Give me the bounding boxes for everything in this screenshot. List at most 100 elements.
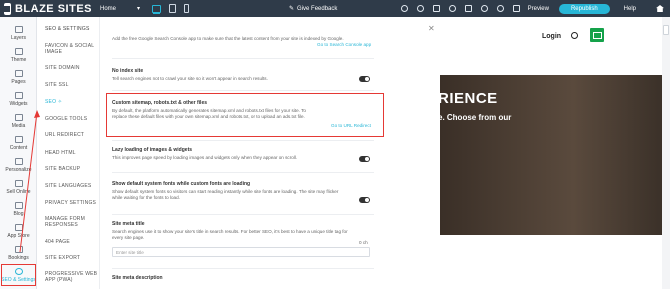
mobile-icon[interactable] [184, 4, 189, 13]
section-title: Site meta title [112, 221, 145, 227]
code-icon[interactable] [512, 5, 520, 12]
section-title: Show default system fonts while custom f… [112, 181, 251, 187]
site-title-input[interactable]: Enter site title [112, 247, 370, 257]
settings-nav-item[interactable]: SITE EXPORT [45, 255, 100, 261]
system-fonts-toggle[interactable] [359, 197, 370, 203]
feedback-label: Give Feedback [297, 5, 338, 12]
lazy-loading-toggle[interactable] [359, 156, 370, 162]
chevron-down-icon: ▾ [136, 6, 140, 12]
sidebar-item-label: Sell Online [6, 189, 31, 195]
login-link[interactable]: Login [542, 33, 561, 40]
preview-button[interactable]: Preview [528, 6, 549, 12]
seo-settings-panel: Add the free Google Search Console app t… [100, 17, 440, 289]
help-button[interactable]: Help [624, 6, 636, 12]
settings-nav-label: SEO [45, 99, 57, 105]
sidebar-item-label: Layers [10, 35, 26, 41]
page-select[interactable]: Home ▾ [100, 5, 140, 13]
layers-icon [14, 26, 23, 33]
give-feedback-button[interactable]: ✎ Give Feedback [289, 5, 338, 13]
settings-nav-item-seo[interactable]: SEO ✧ [45, 99, 100, 105]
section-title: Site meta description [112, 275, 163, 281]
section-description: Show default system fonts so visitors ca… [112, 189, 339, 200]
page-select-value: Home [100, 5, 117, 12]
settings-nav-item[interactable]: MANAGE FORM RESPONSES [45, 216, 100, 228]
sidebar-item-personalize[interactable]: Personalize [0, 158, 37, 173]
top-bar: BLAZE SITES Home ▾ ✎ Give Feedback Previ… [0, 0, 670, 17]
sidebar-item-label: Theme [10, 57, 27, 63]
system-fonts-section: Show default system fonts while custom f… [112, 181, 374, 201]
settings-nav-item[interactable]: PROGRESSIVE WEB APP (PWA) [45, 271, 100, 283]
search-console-link[interactable]: Go to Search Console app [317, 42, 371, 47]
home-icon[interactable] [656, 5, 664, 12]
sidebar-item-widgets[interactable]: Widgets [0, 92, 37, 107]
settings-nav-item[interactable]: FAVICON & SOCIAL IMAGE [45, 43, 100, 55]
sidebar-item-blog[interactable]: Blog [0, 202, 37, 217]
widgets-icon [14, 92, 23, 99]
desktop-icon[interactable] [152, 4, 161, 13]
site-preview: Login RIENCE e. Choose from our [440, 17, 662, 289]
settings-nav-item[interactable]: 404 PAGE [45, 239, 100, 245]
sparkle-icon: ✧ [57, 99, 63, 105]
noindex-toggle[interactable] [359, 76, 370, 82]
search-icon[interactable] [571, 32, 578, 39]
settings-nav-item[interactable]: SITE DOMAIN [45, 65, 100, 71]
icon-sidebar: Layers Theme Pages Widgets Media Content… [0, 17, 37, 289]
info-icon[interactable] [416, 5, 424, 12]
settings-nav-item[interactable]: SITE SSL [45, 82, 100, 88]
content-icon [14, 136, 23, 143]
sidebar-item-app-store[interactable]: App Store [0, 224, 37, 239]
settings-nav-title: SEO & SETTINGS [45, 26, 90, 32]
comments-icon[interactable] [448, 5, 456, 12]
settings-nav-item[interactable]: GOOGLE TOOLS [45, 116, 100, 122]
sidebar-item-label: App Store [7, 233, 30, 239]
checklist-icon[interactable] [464, 5, 472, 12]
pages-icon [14, 70, 23, 77]
republish-button[interactable]: Republish [558, 3, 610, 14]
chevron-left-icon[interactable] [663, 25, 669, 35]
bookings-icon [14, 246, 23, 253]
site-header: Login [440, 17, 662, 57]
settings-nav-item[interactable]: PRIVACY SETTINGS [45, 200, 100, 206]
meta-description-section: Site meta description [112, 275, 374, 283]
cart-icon[interactable] [590, 28, 604, 42]
feedback-icon: ✎ [289, 6, 295, 12]
settings-nav-item[interactable]: URL REDIRECT [45, 132, 100, 138]
hero-text: e. Choose from our [440, 113, 512, 122]
section-description: Search engines use it to show your site'… [112, 229, 348, 240]
search-icon[interactable] [400, 5, 408, 12]
sidebar-item-content[interactable]: Content [0, 136, 37, 151]
sidebar-item-bookings[interactable]: Bookings [0, 246, 37, 261]
sidebar-item-label: Content [9, 145, 28, 151]
history-icon[interactable] [432, 5, 440, 12]
sidebar-item-label: Widgets [9, 101, 28, 107]
divider [112, 140, 374, 141]
sidebar-item-label: Pages [11, 79, 26, 85]
highlight-box [1, 264, 36, 286]
divider [112, 58, 374, 59]
sidebar-item-media[interactable]: Media [0, 114, 37, 129]
section-description: Tell search engines not to crawl your si… [112, 76, 268, 81]
meta-title-section: Site meta title Search engines use it to… [112, 221, 374, 241]
settings-nav-item[interactable]: SITE LANGUAGES [45, 183, 100, 189]
undo-icon[interactable] [480, 5, 488, 12]
close-icon[interactable]: ✕ [428, 24, 435, 33]
site-section [440, 235, 662, 289]
divider [112, 90, 374, 91]
sidebar-item-label: Bookings [8, 255, 29, 261]
sidebar-item-pages[interactable]: Pages [0, 70, 37, 85]
device-switcher [152, 4, 189, 13]
noindex-section: No index site Tell search engines not to… [112, 68, 374, 82]
sidebar-item-theme[interactable]: Theme [0, 48, 37, 63]
divider [112, 172, 374, 173]
hero-heading: RIENCE [440, 90, 498, 107]
settings-nav-item[interactable]: SITE BACKUP [45, 166, 100, 172]
sidebar-item-sell-online[interactable]: Sell Online [0, 180, 37, 195]
sidebar-item-label: Blog [13, 211, 24, 217]
highlight-box [106, 93, 384, 137]
tablet-icon[interactable] [169, 4, 176, 13]
sell-online-icon [14, 180, 23, 187]
settings-nav-item[interactable]: HEAD HTML [45, 150, 100, 156]
divider [112, 214, 374, 215]
redo-icon[interactable] [496, 5, 504, 12]
sidebar-item-layers[interactable]: Layers [0, 26, 37, 41]
